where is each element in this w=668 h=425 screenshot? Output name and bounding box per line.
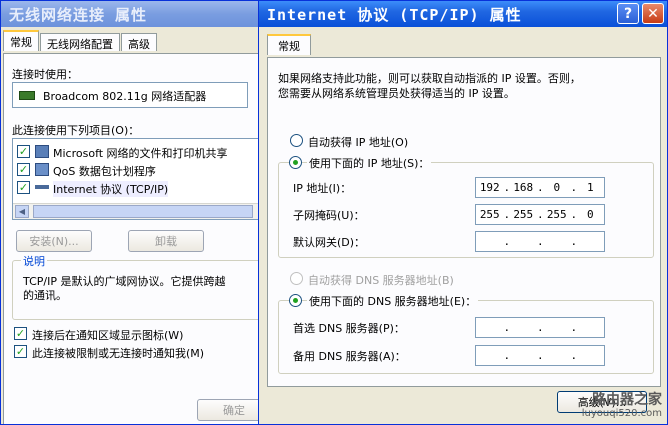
alternate-dns-label: 备用 DNS 服务器(A)： <box>293 350 406 363</box>
items-list[interactable]: ✓ Microsoft 网络的文件和打印机共享 ✓ QoS 数据包计划程序 ✓ … <box>12 138 261 220</box>
scroll-thumb[interactable] <box>33 205 253 218</box>
tcpip-title-bar[interactable]: Internet 协议 (TCP/IP) 属性 ? ✕ <box>259 1 667 27</box>
preferred-dns-label: 首选 DNS 服务器(P)： <box>293 322 405 335</box>
show-icon-checkbox[interactable]: ✓ <box>14 327 27 340</box>
auto-dns-radio[interactable] <box>290 272 303 285</box>
left-window-title: 无线网络连接 属性 <box>9 5 148 24</box>
watermark-line-2: luyouqi520.com <box>581 408 662 419</box>
ip-octet-2: 168 <box>513 181 534 194</box>
site-watermark: 路由器之家 luyouqi520.com <box>582 393 662 421</box>
list-item[interactable]: ✓ Microsoft 网络的文件和打印机共享 <box>17 143 261 161</box>
ip-octet-4: 1 <box>586 181 594 194</box>
notify-checkbox[interactable]: ✓ <box>14 345 27 358</box>
left-ok-button[interactable]: 确定 <box>197 399 261 421</box>
uninstall-button[interactable]: 卸载 <box>128 230 204 252</box>
ip-octet-1: 192 <box>479 181 500 194</box>
connect-using-label: 连接时使用： <box>12 68 78 81</box>
list-item[interactable]: ✓ QoS 数据包计划程序 <box>17 161 261 179</box>
item-label: Internet 协议 (TCP/IP) <box>53 181 169 197</box>
ip-address-input[interactable]: 192. 168. 0. 1 <box>475 177 605 198</box>
auto-dns-label: 自动获得 DNS 服务器地址(B) <box>308 274 454 287</box>
tab-general[interactable]: 常规 <box>267 34 311 55</box>
close-icon[interactable]: ✕ <box>642 3 664 24</box>
manual-dns-radio[interactable] <box>289 294 302 307</box>
manual-ip-radio[interactable] <box>289 156 302 169</box>
intro-line-1: 如果网络支持此功能，则可以获取自动指派的 IP 设置。否则， <box>278 72 581 85</box>
adapter-name: Broadcom 802.11g 网络适配器 <box>43 90 207 103</box>
tcpip-properties-window: Internet 协议 (TCP/IP) 属性 ? ✕ 常规 如果网络支持此功能… <box>258 0 668 425</box>
item-label: Microsoft 网络的文件和打印机共享 <box>53 147 228 160</box>
item-checkbox[interactable]: ✓ <box>17 163 30 176</box>
list-item[interactable]: ✓ Internet 协议 (TCP/IP) <box>17 179 261 197</box>
protocol-icon <box>35 185 49 189</box>
gateway-input[interactable]: . . . <box>475 231 605 252</box>
tab-advanced[interactable]: 高级 <box>121 33 157 51</box>
manual-ip-label: 使用下面的 IP 地址(S)： <box>307 155 432 171</box>
gateway-label: 默认网关(D)： <box>293 236 366 249</box>
left-general-panel: 连接时使用： Broadcom 802.11g 网络适配器 此连接使用下列项目(… <box>3 53 261 424</box>
intro-line-2: 您需要从网络系统管理员处获得适当的 IP 设置。 <box>278 87 515 100</box>
item-label: QoS 数据包计划程序 <box>53 165 156 178</box>
tab-wireless-config[interactable]: 无线网络配置 <box>40 33 120 51</box>
description-heading: 说明 <box>21 253 47 269</box>
show-icon-label: 连接后在通知区域显示图标(W) <box>32 329 184 342</box>
install-button[interactable]: 安装(N)... <box>16 230 92 252</box>
notify-label: 此连接被限制或无连接时通知我(M) <box>32 347 205 360</box>
adapter-field: Broadcom 802.11g 网络适配器 <box>12 82 248 108</box>
left-title-bar[interactable]: 无线网络连接 属性 <box>1 1 261 27</box>
alternate-dns-input[interactable]: . . . <box>475 345 605 366</box>
mask-octet-2: 255 <box>513 208 534 221</box>
item-checkbox[interactable]: ✓ <box>17 181 30 194</box>
items-label: 此连接使用下列项目(O)： <box>12 124 140 137</box>
mask-octet-4: 0 <box>586 208 594 221</box>
description-line-2: 的通讯。 <box>23 289 67 302</box>
auto-ip-radio[interactable] <box>290 134 303 147</box>
manual-dns-label: 使用下面的 DNS 服务器地址(E)： <box>307 293 479 309</box>
manual-dns-group: 使用下面的 DNS 服务器地址(E)： 首选 DNS 服务器(P)： . . .… <box>278 293 654 374</box>
manual-ip-group: 使用下面的 IP 地址(S)： IP 地址(I)： 192. 168. 0. 1… <box>278 155 654 258</box>
list-horizontal-scrollbar[interactable]: ◀ <box>13 203 261 219</box>
adapter-card-icon <box>19 91 35 100</box>
qos-scheduler-icon <box>35 163 49 176</box>
subnet-mask-input[interactable]: 255. 255. 255. 0 <box>475 204 605 225</box>
auto-ip-label: 自动获得 IP 地址(O) <box>308 136 409 149</box>
description-group: 说明 TCP/IP 是默认的广域网协议。它提供跨越 的通讯。 <box>12 253 261 320</box>
tcpip-window-title: Internet 协议 (TCP/IP) 属性 <box>267 5 522 24</box>
network-clients-icon <box>35 145 49 158</box>
preferred-dns-input[interactable]: . . . <box>475 317 605 338</box>
tcpip-general-panel: 如果网络支持此功能，则可以获取自动指派的 IP 设置。否则， 您需要从网络系统管… <box>267 57 661 387</box>
mask-octet-1: 255 <box>479 208 500 221</box>
mask-octet-3: 255 <box>546 208 567 221</box>
tab-general[interactable]: 常规 <box>3 30 39 51</box>
help-icon[interactable]: ? <box>617 3 639 24</box>
ip-octet-3: 0 <box>553 181 561 194</box>
watermark-line-1: 路由器之家 <box>592 392 662 408</box>
ip-address-label: IP 地址(I)： <box>293 182 352 195</box>
subnet-mask-label: 子网掩码(U)： <box>293 209 365 222</box>
scroll-left-arrow-icon[interactable]: ◀ <box>15 205 29 218</box>
network-connection-properties-window: 无线网络连接 属性 常规 无线网络配置 高级 连接时使用： Broadcom 8… <box>0 0 262 425</box>
item-checkbox[interactable]: ✓ <box>17 145 30 158</box>
